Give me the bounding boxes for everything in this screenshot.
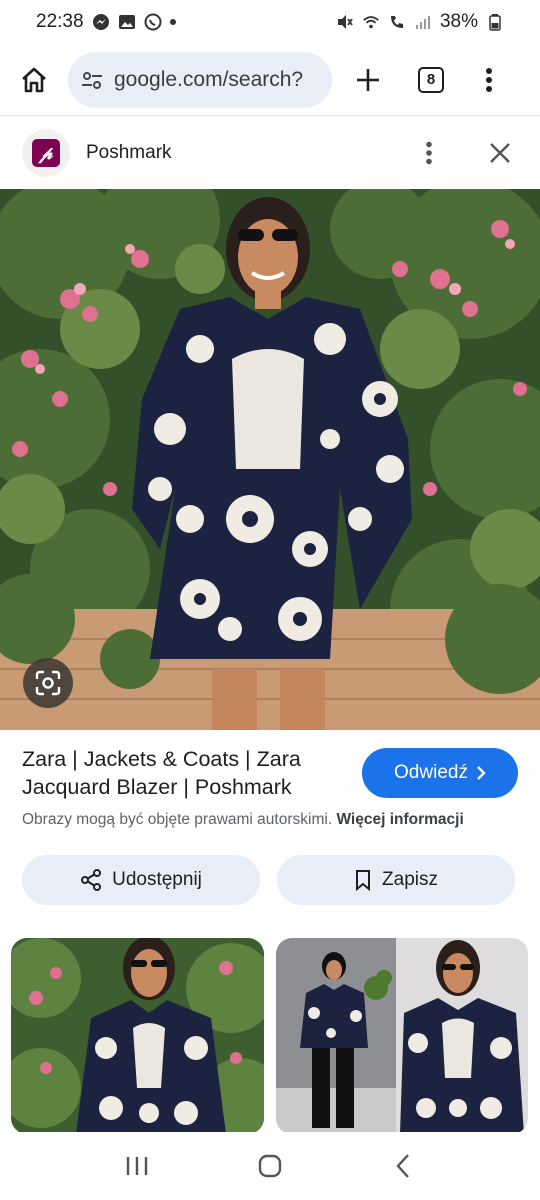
source-more-button[interactable] — [414, 133, 444, 173]
mute-icon — [336, 13, 354, 31]
save-button-label: Zapisz — [382, 869, 438, 890]
related-image-2[interactable] — [276, 938, 528, 1134]
tab-switcher-button[interactable]: 8 — [418, 66, 444, 93]
share-icon — [81, 869, 102, 891]
browser-toolbar: google.com/search? 8 — [0, 44, 540, 116]
recents-button[interactable] — [117, 1146, 157, 1186]
copyright-text: Obrazy mogą być objęte prawami autorskim… — [22, 811, 333, 828]
status-right: 38% — [336, 11, 504, 33]
visit-button-label: Odwiedź — [394, 762, 468, 783]
chevron-right-icon — [477, 766, 486, 780]
source-name[interactable]: Poshmark — [86, 142, 172, 164]
save-button[interactable]: Zapisz — [277, 855, 515, 905]
url-text[interactable]: google.com/search? — [114, 68, 303, 92]
status-left: 22:38 — [36, 11, 176, 33]
wifi-call-icon — [388, 13, 406, 31]
home-nav-button[interactable] — [250, 1146, 290, 1186]
more-vert-icon — [486, 67, 492, 92]
visit-button[interactable]: Odwiedź — [362, 748, 518, 798]
lens-search-button[interactable] — [23, 658, 73, 708]
whatsapp-icon — [144, 13, 162, 31]
gallery-icon — [118, 13, 136, 31]
recents-icon — [126, 1157, 147, 1175]
bookmark-icon — [356, 870, 371, 891]
status-bar: 22:38 38% — [0, 0, 540, 44]
status-time: 22:38 — [36, 11, 84, 32]
notification-dot-icon — [169, 19, 176, 25]
source-header: 𝓅 Poshmark — [0, 117, 540, 189]
new-tab-button[interactable] — [348, 60, 388, 100]
battery-icon — [486, 13, 504, 31]
share-button[interactable]: Udostępnij — [22, 855, 260, 905]
poshmark-logo-mark: 𝓅 — [32, 139, 60, 167]
battery-percent: 38% — [439, 11, 478, 32]
plus-icon — [357, 68, 379, 91]
site-settings-icon[interactable] — [80, 67, 106, 93]
address-bar[interactable]: google.com/search? — [68, 51, 332, 108]
home-icon — [22, 67, 46, 92]
back-icon — [396, 1154, 410, 1178]
poshmark-logo: 𝓅 — [22, 129, 70, 177]
result-title[interactable]: Zara | Jackets & Coats | Zara Jacquard B… — [22, 745, 352, 801]
close-icon — [490, 143, 510, 163]
more-vert-icon — [426, 141, 432, 165]
lens-icon — [35, 670, 61, 696]
messenger-icon — [92, 13, 110, 31]
close-button[interactable] — [482, 133, 518, 173]
related-image-1[interactable] — [11, 938, 264, 1134]
copyright-notice: Obrazy mogą być objęte prawami autorskim… — [22, 811, 532, 829]
share-button-label: Udostępnij — [112, 869, 202, 890]
browser-menu-button[interactable] — [474, 60, 504, 100]
more-info-link[interactable]: Więcej informacji — [336, 811, 463, 828]
back-button[interactable] — [383, 1146, 423, 1186]
wifi-icon — [362, 13, 380, 31]
home-button[interactable] — [14, 60, 54, 100]
signal-icon — [414, 13, 432, 31]
system-nav-bar — [0, 1132, 540, 1200]
home-nav-icon — [258, 1154, 282, 1178]
main-result-image[interactable] — [0, 189, 540, 730]
